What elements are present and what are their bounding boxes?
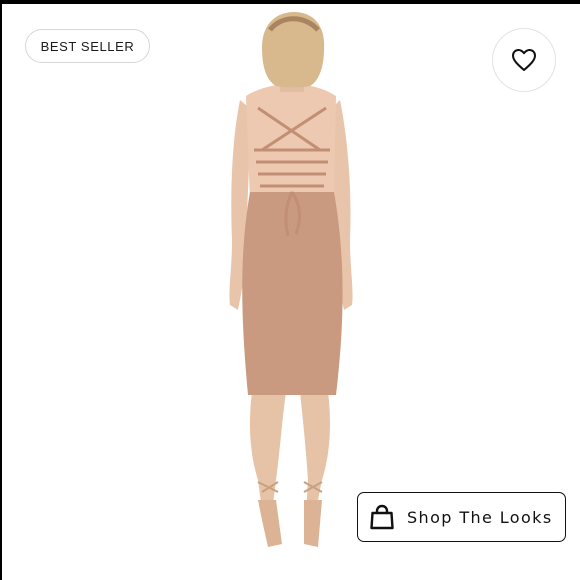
heart-outline-icon — [512, 49, 536, 71]
left-border — [0, 0, 2, 580]
shop-the-looks-button[interactable]: Shop The Looks — [357, 492, 566, 542]
model-right-leg — [300, 392, 330, 512]
model-left-heel — [258, 500, 282, 547]
model-back — [246, 84, 336, 200]
shopping-bag-icon — [370, 504, 394, 530]
top-border — [0, 0, 580, 4]
model-hair — [262, 12, 325, 88]
dress-skirt — [242, 192, 343, 395]
shop-the-looks-label: Shop The Looks — [407, 507, 553, 527]
like-button[interactable] — [492, 28, 556, 92]
best-seller-badge: BEST SELLER — [25, 29, 150, 63]
listing-card: BEST SELLER Shop The Looks — [0, 0, 580, 580]
model-right-heel — [304, 500, 322, 547]
model-left-leg — [250, 392, 286, 512]
